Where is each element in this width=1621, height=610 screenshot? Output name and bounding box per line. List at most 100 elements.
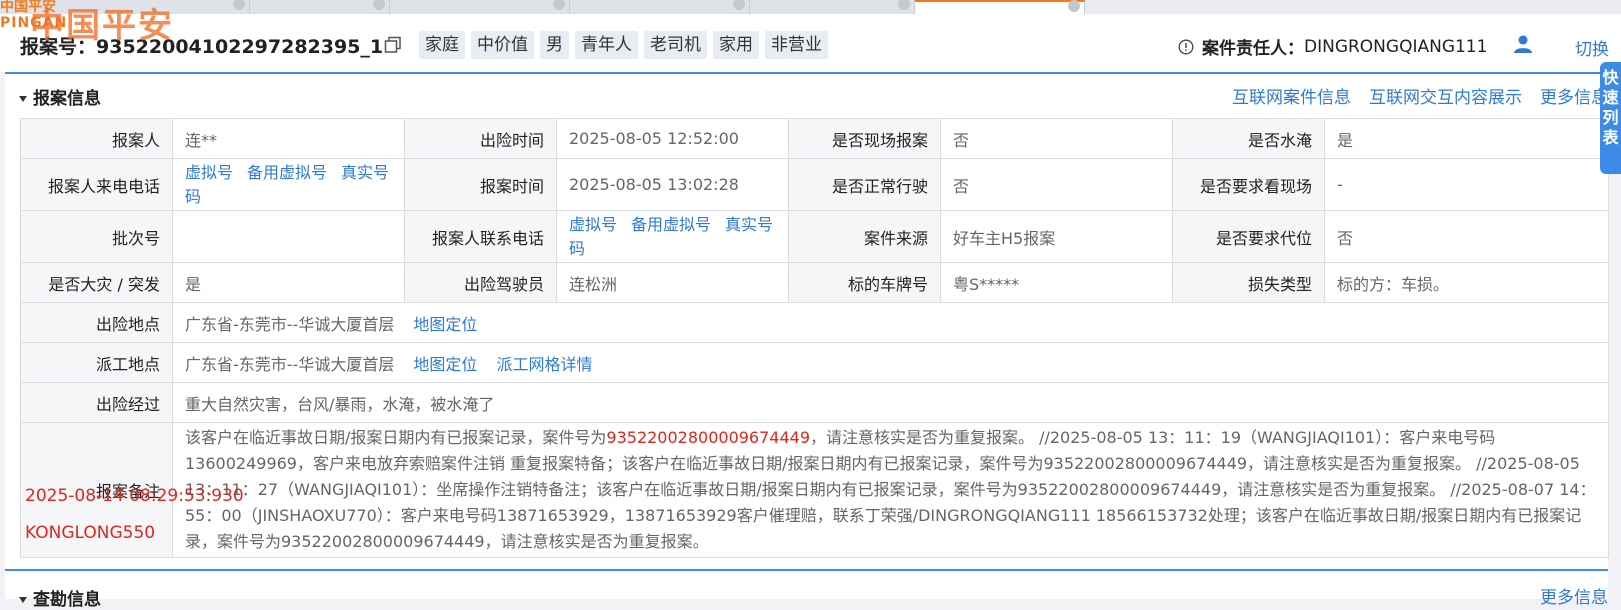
close-icon[interactable] bbox=[1068, 0, 1080, 12]
field-label: 是否现场报案 bbox=[788, 118, 941, 159]
field-value: - bbox=[1324, 158, 1609, 211]
field-label: 报案人联系电话 bbox=[404, 210, 557, 263]
more-info-link[interactable]: 更多信息 bbox=[1540, 83, 1608, 108]
field-label: 报案时间 bbox=[404, 158, 557, 211]
field-label: 是否要求代位 bbox=[1172, 210, 1325, 263]
tag: 家用 bbox=[713, 31, 759, 59]
field-value: 标的方：车损。 bbox=[1324, 262, 1609, 303]
report-remark: 该客户在临近事故日期/报案日期内有已报案记录，案件号为9352200280000… bbox=[172, 422, 1609, 558]
watermark-time: 2025-08-14 08:29:53:930 bbox=[25, 486, 244, 506]
table-row: 报案备注 该客户在临近事故日期/报案日期内有已报案记录，案件号为93522002… bbox=[20, 422, 1609, 558]
switch-link[interactable]: 切换 bbox=[1575, 35, 1609, 60]
table-row: 报案人 连** 出险时间 2025-08-05 12:52:00 是否现场报案 … bbox=[20, 118, 1609, 159]
tag: 男 bbox=[540, 31, 569, 59]
field-label: 损失类型 bbox=[1172, 262, 1325, 303]
section-title: 查勘信息 bbox=[33, 590, 101, 610]
field-label: 标的车牌号 bbox=[788, 262, 941, 303]
field-label: 出险地点 bbox=[20, 302, 173, 343]
browser-tab[interactable] bbox=[250, 0, 390, 14]
field-value: 广东省-东莞市--华诚大厦首层 地图定位 派工网格详情 bbox=[172, 342, 1609, 383]
field-value: 是 bbox=[1324, 118, 1609, 159]
user-icon[interactable] bbox=[1512, 33, 1534, 55]
field-value bbox=[172, 210, 405, 263]
browser-tab-strip bbox=[0, 0, 1621, 14]
report-info-table: 报案人 连** 出险时间 2025-08-05 12:52:00 是否现场报案 … bbox=[20, 118, 1609, 558]
caret-down-icon bbox=[19, 96, 27, 102]
field-value: 虚拟号 备用虚拟号 真实号码 bbox=[556, 210, 789, 263]
field-label: 是否正常行驶 bbox=[788, 158, 941, 211]
field-value: 广东省-东莞市--华诚大厦首层 地图定位 bbox=[172, 302, 1609, 343]
browser-tab[interactable] bbox=[750, 0, 915, 14]
case-owner-name: DINGRONGQIANG111 bbox=[1304, 36, 1488, 57]
tag: 家庭 bbox=[419, 31, 465, 59]
internet-case-info-link[interactable]: 互联网案件信息 bbox=[1232, 83, 1351, 108]
tag: 青年人 bbox=[575, 31, 638, 59]
browser-tab[interactable] bbox=[570, 0, 750, 14]
field-label: 出险经过 bbox=[20, 382, 173, 423]
field-value: 重大自然灾害，台风/暴雨，水淹，被水淹了 bbox=[172, 382, 1609, 423]
field-value: 否 bbox=[940, 158, 1173, 211]
close-icon[interactable] bbox=[898, 0, 910, 10]
field-value: 粤S***** bbox=[940, 262, 1173, 303]
field-value: 是 bbox=[172, 262, 405, 303]
field-label: 报案人 bbox=[20, 118, 173, 159]
remark-highlight: 93522002800009674449 bbox=[606, 428, 810, 447]
field-label: 案件来源 bbox=[788, 210, 941, 263]
section-toggle[interactable]: 报案信息 bbox=[19, 84, 101, 109]
field-label: 是否要求看现场 bbox=[1172, 158, 1325, 211]
field-label: 出险驾驶员 bbox=[404, 262, 557, 303]
customer-tags: 家庭 中价值 男 青年人 老司机 家用 非营业 bbox=[419, 31, 828, 59]
remark-text: 该客户在临近事故日期/报案日期内有已报案记录，案件号为 bbox=[185, 428, 607, 447]
map-locate-link[interactable]: 地图定位 bbox=[413, 355, 477, 374]
watermark-user: KONGLONG550 bbox=[25, 523, 156, 543]
field-label: 派工地点 bbox=[20, 342, 173, 383]
virtual-number-link[interactable]: 虚拟号 bbox=[185, 163, 233, 182]
table-row: 出险地点 广东省-东莞市--华诚大厦首层 地图定位 bbox=[20, 302, 1609, 343]
tag: 非营业 bbox=[765, 31, 828, 59]
quick-list-tab[interactable]: 快速列表 bbox=[1600, 62, 1621, 174]
logo-text-big: 中国平安 bbox=[30, 6, 174, 46]
backup-virtual-number-link[interactable]: 备用虚拟号 bbox=[247, 163, 327, 182]
field-value: 2025-08-05 13:02:28 bbox=[556, 158, 789, 211]
field-value: 连松洲 bbox=[556, 262, 789, 303]
close-icon[interactable] bbox=[553, 0, 565, 10]
table-row: 是否大灾 / 突发 是 出险驾驶员 连松洲 标的车牌号 粤S***** 损失类型… bbox=[20, 262, 1609, 303]
browser-tab[interactable] bbox=[390, 0, 570, 14]
case-owner-label: 案件责任人： bbox=[1202, 39, 1304, 59]
more-info-link[interactable]: 更多信息 bbox=[1540, 583, 1608, 608]
copy-icon[interactable] bbox=[384, 36, 402, 54]
table-row: 派工地点 广东省-东莞市--华诚大厦首层 地图定位 派工网格详情 bbox=[20, 342, 1609, 383]
field-value: 否 bbox=[940, 118, 1173, 159]
case-header: 报案号：93522004102297282395_1 家庭 中价值 男 青年人 … bbox=[0, 14, 1621, 72]
tag: 老司机 bbox=[644, 31, 707, 59]
field-value: 否 bbox=[1324, 210, 1609, 263]
backup-virtual-number-link[interactable]: 备用虚拟号 bbox=[631, 215, 711, 234]
table-row: 出险经过 重大自然灾害，台风/暴雨，水淹，被水淹了 bbox=[20, 382, 1609, 423]
field-label: 是否水淹 bbox=[1172, 118, 1325, 159]
close-icon[interactable] bbox=[373, 0, 385, 10]
field-label: 出险时间 bbox=[404, 118, 557, 159]
field-value: 好车主H5报案 bbox=[940, 210, 1173, 263]
dispatch-grid-link[interactable]: 派工网格详情 bbox=[497, 355, 593, 374]
field-label: 是否大灾 / 突发 bbox=[20, 262, 173, 303]
case-owner: 案件责任人： DINGRONGQIANG111 bbox=[1178, 34, 1487, 59]
section-title: 报案信息 bbox=[33, 89, 101, 109]
browser-tab-active[interactable] bbox=[915, 0, 1085, 14]
table-row: 报案人来电电话 虚拟号 备用虚拟号 真实号码 报案时间 2025-08-05 13:… bbox=[20, 158, 1609, 211]
field-value: 2025-08-05 12:52:00 bbox=[556, 118, 789, 159]
pingan-logo: 中国平安 PINGAN 中国平安 bbox=[0, 0, 230, 50]
field-value: 虚拟号 备用虚拟号 真实号码 bbox=[172, 158, 405, 211]
info-icon bbox=[1178, 39, 1194, 54]
close-icon[interactable] bbox=[733, 0, 745, 10]
field-value: 连** bbox=[172, 118, 405, 159]
report-info-panel: 报案信息 互联网案件信息 互联网交互内容展示 更多信息 报案人 连** 出险时间… bbox=[5, 74, 1609, 569]
map-locate-link[interactable]: 地图定位 bbox=[413, 315, 477, 334]
virtual-number-link[interactable]: 虚拟号 bbox=[569, 215, 617, 234]
tag: 中价值 bbox=[471, 31, 534, 59]
section-links: 互联网案件信息 互联网交互内容展示 更多信息 bbox=[1232, 83, 1608, 108]
field-label: 报案人来电电话 bbox=[20, 158, 173, 211]
internet-interaction-link[interactable]: 互联网交互内容展示 bbox=[1369, 83, 1522, 108]
dispatch-place: 广东省-东莞市--华诚大厦首层 bbox=[185, 354, 395, 374]
section-toggle[interactable]: 查勘信息 bbox=[19, 585, 101, 610]
close-icon[interactable] bbox=[233, 0, 245, 10]
